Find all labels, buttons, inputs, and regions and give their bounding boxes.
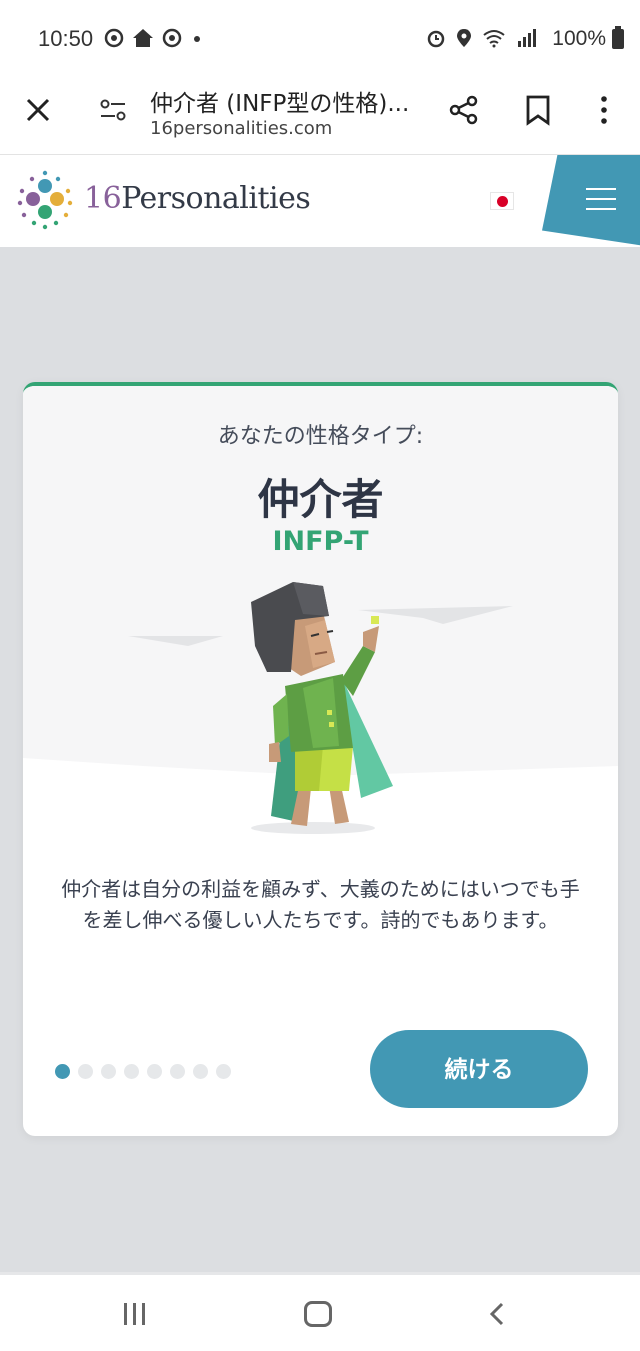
pagination-dot[interactable] bbox=[124, 1064, 139, 1079]
pagination-dot[interactable] bbox=[216, 1064, 231, 1079]
logo-text[interactable]: 16Personalities bbox=[84, 181, 311, 216]
dot-icon bbox=[194, 36, 200, 42]
hamburger-icon[interactable] bbox=[586, 188, 616, 212]
status-bar: 10:50 100% bbox=[0, 0, 640, 80]
pagination-dot[interactable] bbox=[101, 1064, 116, 1079]
alarm-icon bbox=[427, 30, 445, 48]
logo-number: 16 bbox=[84, 181, 122, 216]
home-icon bbox=[133, 29, 153, 47]
pagination-dot[interactable] bbox=[170, 1064, 185, 1079]
bookmark-icon[interactable] bbox=[524, 94, 552, 126]
card-subtitle: あなたの性格タイプ: bbox=[217, 424, 424, 449]
page-title[interactable]: 仲介者 (INFP型の性格)... bbox=[150, 84, 430, 118]
site-header: 16Personalities bbox=[0, 155, 640, 247]
personality-name: 仲介者 bbox=[257, 475, 384, 524]
personality-code: INFP-T bbox=[272, 526, 369, 557]
result-card: あなたの性格タイプ: 仲介者 INFP-T 仲介者は自分の利益を顧みず、大義のた… bbox=[23, 382, 618, 1136]
location-icon bbox=[457, 29, 471, 47]
logo-name: Personalities bbox=[121, 181, 311, 216]
japan-flag-icon[interactable] bbox=[490, 192, 514, 210]
back-icon[interactable] bbox=[486, 1301, 508, 1327]
pagination-dot[interactable] bbox=[193, 1064, 208, 1079]
chrome-icon bbox=[104, 28, 124, 48]
pagination-dots bbox=[55, 1064, 231, 1079]
continue-button[interactable]: 続ける bbox=[370, 1030, 588, 1108]
battery-icon bbox=[612, 26, 624, 49]
chrome-icon bbox=[162, 28, 182, 48]
system-navigation-bar bbox=[0, 1272, 640, 1351]
wifi-icon bbox=[483, 30, 505, 48]
pagination-dot[interactable] bbox=[55, 1064, 70, 1079]
personality-description: 仲介者は自分の利益を顧みず、大義のためにはいつでも手を差し伸べる優しい人たちです… bbox=[61, 877, 580, 932]
signal-icon bbox=[518, 29, 536, 47]
home-button-icon[interactable] bbox=[304, 1301, 332, 1327]
page-info-icon[interactable] bbox=[98, 96, 128, 124]
mediator-character-illustration bbox=[23, 582, 618, 836]
browser-toolbar: 仲介者 (INFP型の性格)... 16personalities.com bbox=[0, 80, 640, 155]
pagination-dot[interactable] bbox=[147, 1064, 162, 1079]
share-icon[interactable] bbox=[448, 94, 480, 126]
battery-percent: 100% bbox=[552, 27, 606, 50]
page-url[interactable]: 16personalities.com bbox=[150, 118, 332, 139]
status-time: 10:50 bbox=[38, 26, 94, 51]
more-vert-icon[interactable] bbox=[596, 94, 612, 126]
pagination-dot[interactable] bbox=[78, 1064, 93, 1079]
close-icon[interactable] bbox=[22, 94, 54, 126]
logo-icon[interactable] bbox=[14, 169, 76, 231]
recents-icon[interactable] bbox=[124, 1303, 154, 1325]
